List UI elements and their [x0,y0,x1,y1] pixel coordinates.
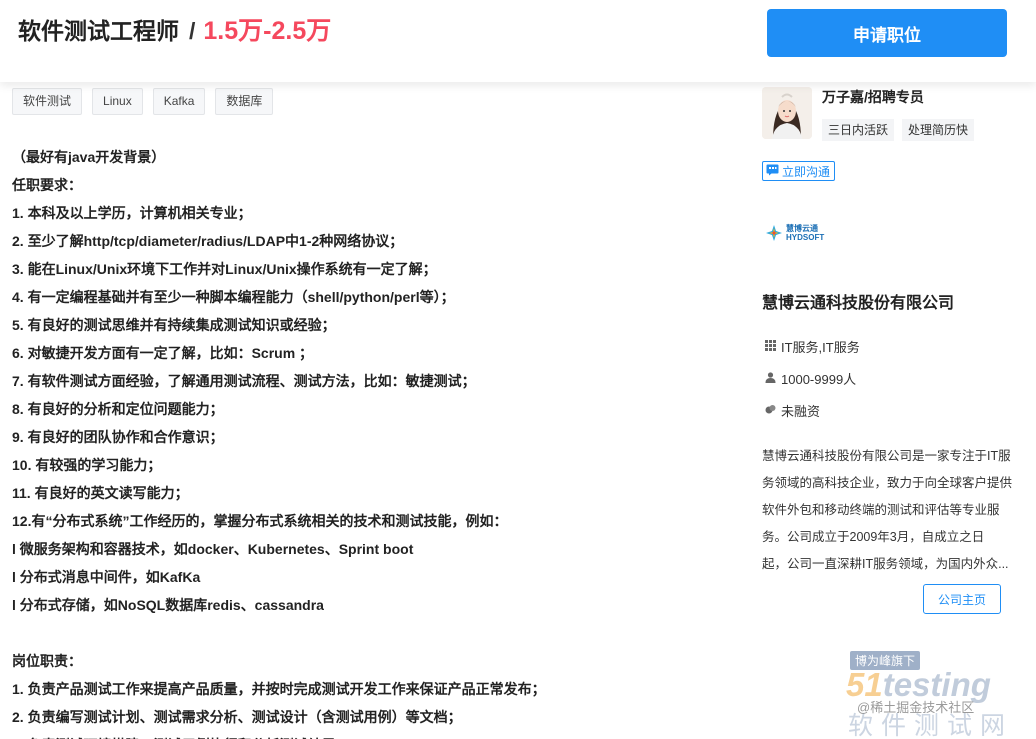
desc-line: 1. 负责产品测试工作来提高产品质量，并按时完成测试开发工作来保证产品正常发布； [12,681,546,697]
desc-line: 8. 有良好的分析和定位问题能力； [12,401,224,417]
job-header: 软件测试工程师 / 1.5万-2.5万 申请职位 [0,0,1036,82]
company-funding: 未融资 [765,401,820,420]
desc-line: l 分布式存储，如NoSQL数据库redis、cassandra [12,597,324,613]
intro-line: 起，公司一直深耕IT服务领域，为国内外众... [762,557,1009,571]
job-title-row: 软件测试工程师 / 1.5万-2.5万 [18,11,331,47]
skill-tag: 软件测试 [12,88,83,115]
desc-line: 4. 有一定编程基础并有至少一种脚本编程能力（shell/python/perl… [12,289,455,305]
desc-line: 5. 有良好的测试思维并有持续集成测试知识或经验； [12,317,336,333]
desc-line: （最好有java开发背景） [12,149,166,165]
skill-tag: 数据库 [215,88,274,115]
title-separator: / [189,18,196,44]
desc-line: 12.有“分布式系统”工作经历的，掌握分布式系统相关的技术和测试技能，例如： [12,513,508,529]
watermark-juejin: @稀土掘金技术社区 [857,700,975,715]
response-badge: 处理简历快 [902,119,975,141]
company-home-button[interactable]: 公司主页 [923,584,1001,614]
activity-badge: 三日内活跃 [822,119,895,141]
funding-text: 未融资 [781,404,821,419]
job-description: （最好有java开发背景） 任职要求： 1. 本科及以上学历，计算机相关专业； … [12,143,732,739]
skill-tags: 软件测试 Linux Kafka 数据库 [12,88,274,115]
intro-line: 慧博云通科技股份有限公司是一家专注于IT服 [762,449,1011,463]
desc-line: l 分布式消息中间件，如KafKa [12,569,201,585]
desc-line: 任职要求： [12,177,82,193]
skill-tag: Kafka [152,88,206,115]
grid-icon [765,339,776,354]
job-title: 软件测试工程师 [18,18,179,44]
salary: 1.5万-2.5万 [203,17,332,45]
person-icon [765,371,776,386]
funding-icon [765,403,776,418]
company-size: 1000-9999人 [765,369,856,388]
desc-line: 7. 有软件测试方面经验，了解通用测试流程、测试方法，比如：敏捷测试； [12,373,476,389]
company-logo-text: 慧博云通 HYDSOFT [786,224,824,242]
desc-line: l 微服务架构和容器技术，如docker、Kubernetes、Sprint b… [12,541,414,557]
intro-line: 务领域的高科技企业，致力于向全球客户提供 [762,476,1012,490]
company-intro: 慧博云通科技股份有限公司是一家专注于IT服 务领域的高科技企业，致力于向全球客户… [762,443,1012,578]
desc-line: 1. 本科及以上学历，计算机相关专业； [12,205,252,221]
chat-icon [766,164,779,179]
apply-button[interactable]: 申请职位 [767,9,1007,57]
desc-line: 3. 能在Linux/Unix环境下工作并对Linux/Unix操作系统有一定了… [12,261,437,277]
company-industry: IT服务,IT服务 [765,337,860,356]
industry-text: IT服务,IT服务 [781,340,860,355]
recruiter-name: 万子嘉/招聘专员 [822,89,924,105]
desc-line: 2. 至少了解http/tcp/diameter/radius/LDAP中1-2… [12,233,404,249]
logo-chinese: 慧博云通 [786,224,818,233]
desc-line: 11. 有良好的英文读写能力； [12,485,189,501]
logo-english: HYDSOFT [786,233,825,242]
company-name[interactable]: 慧博云通科技股份有限公司 [762,289,954,313]
company-logo-icon [766,225,782,241]
company-logo[interactable]: 慧博云通 HYDSOFT [765,224,824,242]
desc-line: 9. 有良好的团队协作和合作意识； [12,429,224,445]
chat-now-button[interactable]: 立即沟通 [762,161,836,181]
size-text: 1000-9999人 [781,372,857,387]
chat-label: 立即沟通 [782,164,831,179]
desc-line: 10. 有较强的学习能力； [12,457,162,473]
recruiter-badges: 三日内活跃 处理简历快 [822,119,975,141]
desc-line: 3. 负责测试环境搭建，测试用例执行和分析测试结果 [12,731,732,739]
intro-line: 软件外包和移动终端的测试和评估等专业服 [762,503,1000,517]
intro-line: 务。公司成立于2009年3月，自成立之日 [762,530,985,544]
avatar[interactable] [762,87,812,139]
skill-tag: Linux [92,88,143,115]
desc-line: 2. 负责编写测试计划、测试需求分析、测试设计（含测试用例）等文档； [12,709,462,725]
desc-line: 岗位职责： [12,653,82,669]
desc-gap [12,619,732,647]
desc-line: 6. 对敏捷开发方面有一定了解，比如：Scrum ； [12,345,314,361]
